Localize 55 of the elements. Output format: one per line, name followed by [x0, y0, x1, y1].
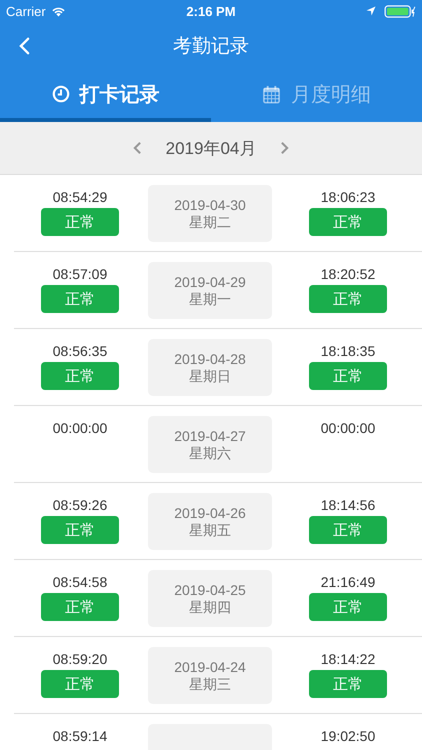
- date-label: 2019-04-26: [174, 504, 246, 522]
- date-label: 2019-04-25: [174, 582, 246, 598]
- check-out-time: 18:20:52: [320, 266, 376, 282]
- check-in-time: 08:59:20: [52, 651, 108, 667]
- clock-icon: [52, 85, 70, 103]
- check-out-time: 21:16:49: [320, 574, 376, 590]
- status-badge: 正常: [309, 208, 387, 236]
- calendar-icon: [262, 84, 281, 104]
- weekday-label: 星期三: [189, 676, 231, 692]
- page-title: 考勤记录: [173, 35, 249, 59]
- weekday-label: 星期五: [189, 522, 231, 538]
- date-label: 2019-04-24: [174, 658, 246, 676]
- check-in-time: 08:59:14: [52, 728, 108, 744]
- check-in-time: 08:54:58: [52, 574, 108, 590]
- weekday-label: 星期一: [189, 290, 231, 308]
- check-out-time: 00:00:00: [320, 420, 376, 436]
- check-in-time: 08:59:26: [52, 497, 108, 513]
- weekday-label: 星期日: [189, 368, 231, 384]
- status-badge: 正常: [309, 285, 387, 313]
- wifi-icon: [50, 6, 66, 16]
- status-badge: 正常: [41, 208, 119, 236]
- status-badge: 正常: [41, 670, 119, 698]
- date-label: 2019-04-30: [174, 196, 246, 214]
- check-in-time: 08:56:35: [52, 343, 108, 359]
- weekday-label: 星期四: [189, 598, 231, 616]
- check-in-time: 00:00:00: [52, 420, 108, 436]
- carrier-label: Carrier: [6, 4, 46, 18]
- back-icon[interactable]: [19, 37, 30, 55]
- tab[interactable]: 月度明细: [211, 70, 422, 122]
- weekday-label: 星期六: [189, 444, 231, 462]
- check-out-time: 18:14:56: [320, 497, 376, 513]
- next-month-icon[interactable]: [280, 141, 290, 155]
- status-badge: 正常: [309, 593, 387, 621]
- location-icon: [366, 6, 376, 16]
- status-badge: 正常: [309, 516, 387, 544]
- battery-icon: [384, 4, 416, 18]
- date-label: 2019-04-29: [174, 274, 246, 290]
- check-out-time: 18:06:23: [320, 189, 376, 205]
- previous-month-icon[interactable]: [132, 141, 142, 155]
- month-label: 2019年04月: [166, 138, 256, 160]
- check-out-time: 18:14:22: [320, 651, 376, 667]
- status-badge: 正常: [41, 285, 119, 313]
- status-time: 2:16 PM: [185, 4, 237, 18]
- date-label: 2019-04-28: [174, 350, 246, 368]
- status-badge: 正常: [41, 362, 119, 390]
- check-in-time: 08:57:09: [52, 266, 108, 282]
- status-badge: 正常: [309, 362, 387, 390]
- check-in-time: 08:54:29: [52, 189, 108, 205]
- date-label: 2019-04-27: [174, 428, 246, 444]
- check-out-time: 19:02:50: [320, 728, 376, 744]
- status-badge: 正常: [41, 516, 119, 544]
- weekday-label: 星期二: [189, 214, 231, 230]
- status-badge: 正常: [41, 593, 119, 621]
- check-out-time: 18:18:35: [320, 343, 376, 359]
- status-badge: 正常: [309, 670, 387, 698]
